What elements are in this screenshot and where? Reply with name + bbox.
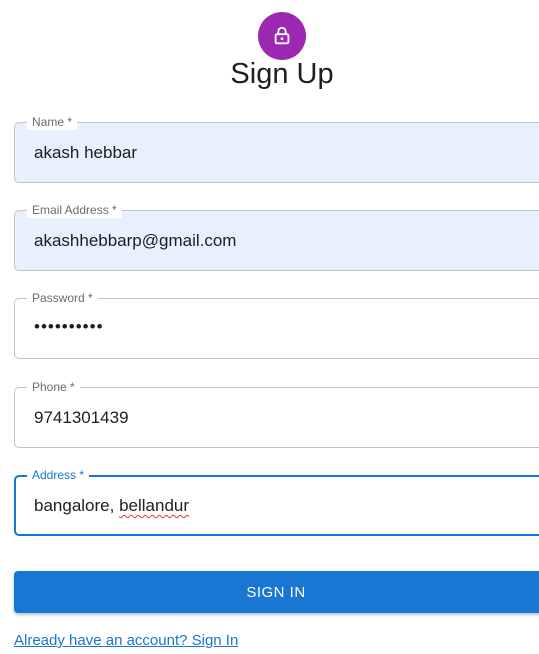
lock-avatar bbox=[258, 12, 306, 60]
name-input[interactable]: akash hebbar bbox=[34, 143, 137, 163]
lock-icon bbox=[274, 26, 290, 45]
password-field[interactable]: Password * •••••••••• bbox=[14, 290, 539, 359]
phone-field[interactable]: Phone * 9741301439 bbox=[14, 379, 539, 448]
address-text: bangalore, bbox=[34, 496, 120, 515]
email-label: Email Address * bbox=[27, 202, 122, 218]
phone-input[interactable]: 9741301439 bbox=[34, 408, 129, 428]
address-label: Address * bbox=[27, 467, 90, 483]
password-label: Password * bbox=[27, 290, 98, 306]
sign-in-button[interactable]: SIGN IN bbox=[14, 571, 539, 613]
sign-in-link[interactable]: Already have an account? Sign In bbox=[14, 632, 238, 649]
name-label: Name * bbox=[27, 114, 78, 130]
password-input[interactable]: •••••••••• bbox=[34, 317, 104, 337]
email-input[interactable]: akashhebbarp@gmail.com bbox=[34, 231, 236, 251]
name-field[interactable]: Name * akash hebbar bbox=[14, 114, 539, 183]
email-field[interactable]: Email Address * akashhebbarp@gmail.com bbox=[14, 202, 539, 271]
address-input[interactable]: bangalore, bellandur bbox=[34, 496, 189, 516]
page-title: Sign Up bbox=[230, 58, 334, 90]
address-field[interactable]: Address * bangalore, bellandur bbox=[14, 467, 539, 536]
phone-label: Phone * bbox=[27, 379, 80, 395]
signup-page: Sign Up Name * akash hebbar Email Addres… bbox=[0, 0, 539, 654]
spellcheck-word: bellandur bbox=[119, 496, 190, 515]
